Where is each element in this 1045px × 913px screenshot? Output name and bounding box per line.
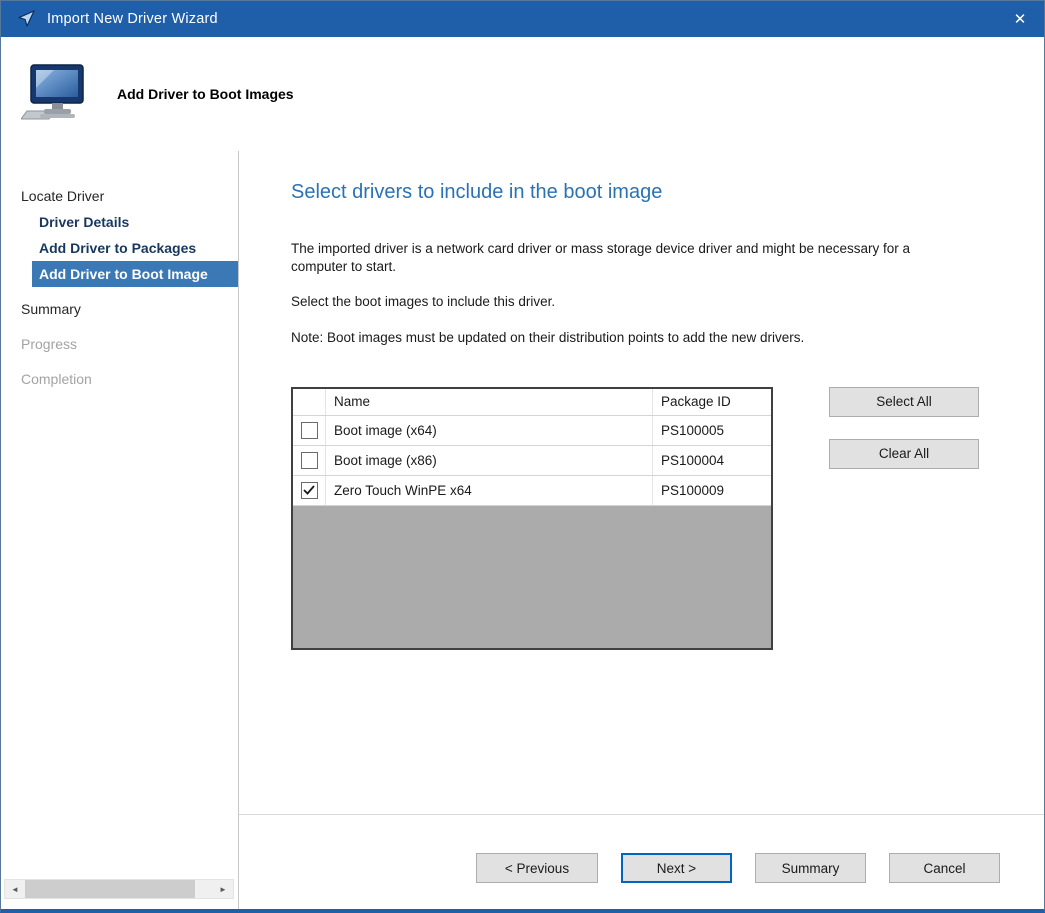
boot-image-x64-checkbox[interactable] <box>301 422 318 439</box>
row-package-id: PS100004 <box>653 446 771 475</box>
titlebar: Import New Driver Wizard ✕ <box>1 1 1044 37</box>
scroll-left-icon[interactable]: ◄ <box>5 880 25 898</box>
checkbox-column-header[interactable] <box>293 389 326 415</box>
computer-monitor-icon <box>21 63 91 125</box>
instruction-paragraph: Select the boot images to include this d… <box>291 293 963 311</box>
window-title: Import New Driver Wizard <box>47 11 218 27</box>
zero-touch-winpe-x64-checkbox[interactable] <box>301 482 318 499</box>
scroll-right-icon[interactable]: ► <box>213 880 233 898</box>
wizard-page-name: Add Driver to Boot Images <box>117 86 294 102</box>
wizard-header: Add Driver to Boot Images <box>1 37 1044 151</box>
page-title: Select drivers to include in the boot im… <box>291 181 998 204</box>
step-add-driver-to-packages: Add Driver to Packages <box>1 235 238 261</box>
table-row[interactable]: Zero Touch WinPE x64 PS100009 <box>293 476 771 506</box>
boot-images-table: Name Package ID Boot image (x64) PS10000… <box>291 387 773 650</box>
package-id-column-header[interactable]: Package ID <box>653 389 771 415</box>
table-header-row: Name Package ID <box>293 389 771 416</box>
wizard-dart-icon <box>17 9 37 29</box>
summary-button[interactable]: Summary <box>755 853 866 883</box>
close-icon[interactable]: ✕ <box>996 1 1044 37</box>
row-package-id: PS100005 <box>653 416 771 445</box>
row-name: Zero Touch WinPE x64 <box>326 476 653 505</box>
clear-all-button[interactable]: Clear All <box>829 439 979 469</box>
wizard-steps-sidebar: Locate Driver Driver Details Add Driver … <box>1 151 239 909</box>
name-column-header[interactable]: Name <box>326 389 653 415</box>
scrollbar-thumb[interactable] <box>25 880 195 898</box>
step-completion: Completion <box>1 366 238 392</box>
table-row[interactable]: Boot image (x64) PS100005 <box>293 416 771 446</box>
note-paragraph: Note: Boot images must be updated on the… <box>291 329 963 347</box>
table-row[interactable]: Boot image (x86) PS100004 <box>293 446 771 476</box>
import-driver-wizard-window: Import New Driver Wizard ✕ Ad <box>0 0 1045 913</box>
sidebar-horizontal-scrollbar[interactable]: ◄ ► <box>4 879 234 899</box>
row-name: Boot image (x86) <box>326 446 653 475</box>
step-locate-driver: Locate Driver <box>1 183 238 209</box>
wizard-content: Select drivers to include in the boot im… <box>239 151 1044 909</box>
description-paragraph: The imported driver is a network card dr… <box>291 240 963 276</box>
row-name: Boot image (x64) <box>326 416 653 445</box>
boot-image-x86-checkbox[interactable] <box>301 452 318 469</box>
previous-button[interactable]: < Previous <box>476 853 598 883</box>
select-all-button[interactable]: Select All <box>829 387 979 417</box>
step-add-driver-to-boot-image: Add Driver to Boot Image <box>32 261 238 287</box>
wizard-footer: < Previous Next > Summary Cancel <box>239 814 1044 909</box>
row-package-id: PS100009 <box>653 476 771 505</box>
cancel-button[interactable]: Cancel <box>889 853 1000 883</box>
next-button[interactable]: Next > <box>621 853 732 883</box>
step-progress: Progress <box>1 331 238 357</box>
step-driver-details: Driver Details <box>1 209 238 235</box>
step-summary: Summary <box>1 296 238 322</box>
table-empty-area <box>293 506 771 648</box>
